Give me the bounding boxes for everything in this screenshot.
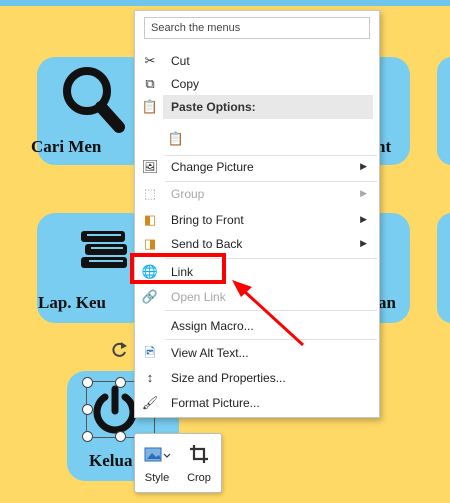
menu-separator xyxy=(165,339,377,340)
top-banner xyxy=(0,0,450,6)
submenu-arrow-icon: ▶ xyxy=(360,214,367,224)
menu-search-input[interactable]: Search the menus xyxy=(144,17,370,39)
style-button[interactable]: Style xyxy=(137,438,177,488)
menu-item-open-link: 🔗 Open Link xyxy=(141,289,226,304)
menu-item-format-picture[interactable]: 🖌 Format Picture... xyxy=(135,391,379,415)
change-picture-icon: 🖼 xyxy=(141,159,159,174)
tile-label-right-middle: an xyxy=(378,293,396,312)
submenu-arrow-icon: ▶ xyxy=(360,188,367,198)
menu-item-view-alt-text[interactable]: 🖻 View Alt Text... xyxy=(135,341,379,365)
resize-handle-bottom-left[interactable] xyxy=(82,431,93,442)
tile-label-lap-keuangan: Lap. Keu xyxy=(38,293,107,312)
mini-toolbar: Style Crop xyxy=(134,433,222,493)
tile-edge-top xyxy=(437,57,450,165)
rotate-handle-icon[interactable] xyxy=(109,340,129,360)
link-highlight-box xyxy=(130,253,226,284)
bring-to-front-icon: ◧ xyxy=(143,212,157,227)
magnifier-icon xyxy=(63,67,125,133)
menu-separator xyxy=(165,310,377,311)
menu-item-assign-macro[interactable]: Assign Macro... xyxy=(135,314,379,338)
paste-picture-button[interactable]: 📋 xyxy=(165,127,195,151)
menu-item-size-properties[interactable]: ↕ Size and Properties... xyxy=(135,366,379,390)
scissors-icon: ✂ xyxy=(144,53,156,68)
menu-item-cut[interactable]: ✂ Cut xyxy=(135,49,379,73)
tile-cari-menu[interactable]: Cari Men xyxy=(31,57,149,165)
send-to-back-icon: ◨ xyxy=(143,236,157,251)
clipboard-icon: 📋 xyxy=(141,99,159,114)
group-icon: ⬚ xyxy=(143,186,157,201)
context-menu: Search the menus ✂ Cut ⧉ Copy 📋 Paste Op… xyxy=(134,10,380,418)
resize-handle-mid-left[interactable] xyxy=(82,404,93,415)
menu-item-change-picture[interactable]: 🖼 Change Picture ▶ xyxy=(135,155,379,179)
resize-handle-bottom-mid[interactable] xyxy=(115,431,126,442)
menu-item-copy[interactable]: ⧉ Copy xyxy=(135,72,379,96)
size-properties-icon: ↕ xyxy=(146,370,154,385)
paste-options-header: Paste Options: xyxy=(163,95,373,119)
crop-icon xyxy=(190,445,208,463)
tile-label-cari-menu: Cari Men xyxy=(31,137,102,156)
copy-icon: ⧉ xyxy=(145,76,155,91)
alt-text-icon: 🖻 xyxy=(144,345,156,360)
picture-style-icon xyxy=(144,447,171,462)
crop-button[interactable]: Crop xyxy=(179,438,219,488)
tile-label-keluar: Kelua xyxy=(89,451,133,470)
paste-picture-icon: 📋 xyxy=(167,131,185,146)
menu-item-bring-to-front[interactable]: ◧ Bring to Front ▶ xyxy=(135,208,379,232)
submenu-arrow-icon: ▶ xyxy=(360,238,367,248)
resize-handle-top-left[interactable] xyxy=(82,377,93,388)
submenu-arrow-icon: ▶ xyxy=(360,161,367,171)
menu-item-group: ⬚ Group ▶ xyxy=(135,182,379,206)
tile-edge-middle xyxy=(437,213,450,323)
resize-handle-top-mid[interactable] xyxy=(115,377,126,388)
format-picture-icon: 🖌 xyxy=(141,395,159,410)
open-link-icon: 🔗 xyxy=(141,289,159,304)
books-icon xyxy=(81,231,127,268)
